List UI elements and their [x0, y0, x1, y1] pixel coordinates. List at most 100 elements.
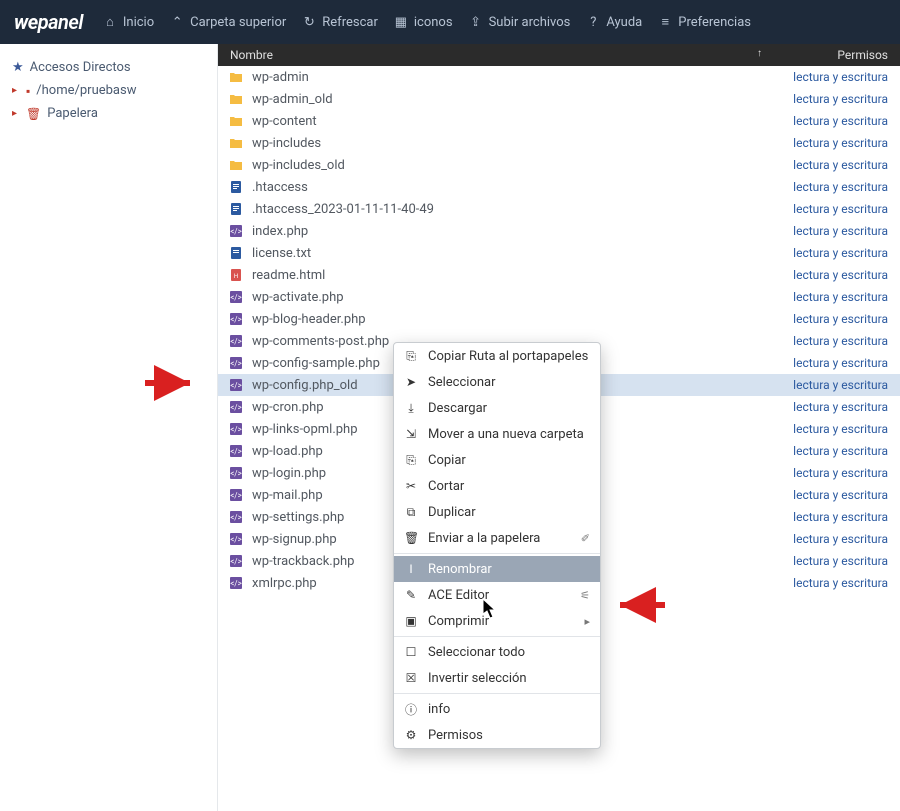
file-perms: lectura y escritura — [768, 180, 888, 194]
ctx-move[interactable]: ⇲Mover a una nueva carpeta — [394, 421, 600, 447]
toolbar-refresh[interactable]: ↻Refrescar — [302, 15, 378, 30]
col-perms[interactable]: Permisos — [770, 48, 900, 62]
file-row[interactable]: license.txtlectura y escritura — [218, 242, 900, 264]
svg-text:</>: </> — [230, 227, 242, 236]
sidebar-item[interactable]: ▸▪/home/pruebasw — [10, 79, 207, 102]
file-name: .htaccess — [252, 180, 768, 195]
rename-icon: I — [404, 562, 418, 576]
file-row[interactable]: wp-adminlectura y escritura — [218, 66, 900, 88]
ctx-perms[interactable]: ⚙Permisos — [394, 722, 600, 748]
file-perms: lectura y escritura — [768, 488, 888, 502]
code-icon: </> — [228, 510, 244, 524]
col-name[interactable]: Nombre↑ — [218, 48, 770, 62]
file-row[interactable]: </>index.phplectura y escritura — [218, 220, 900, 242]
file-name: license.txt — [252, 246, 768, 261]
code-icon: </> — [228, 576, 244, 590]
html-icon: H — [228, 268, 244, 282]
file-row[interactable]: wp-includes_oldlectura y escritura — [218, 154, 900, 176]
code-icon: </> — [228, 312, 244, 326]
ctx-separator — [394, 636, 600, 637]
ctx-label: Permisos — [428, 728, 483, 743]
file-row[interactable]: wp-contentlectura y escritura — [218, 110, 900, 132]
file-row[interactable]: </>wp-blog-header.phplectura y escritura — [218, 308, 900, 330]
caret-icon: ▸ — [12, 85, 20, 96]
ctx-invsel[interactable]: ☒Invertir selección — [394, 665, 600, 691]
ctx-label: Cortar — [428, 479, 464, 494]
file-perms: lectura y escritura — [768, 136, 888, 150]
edit-icon: ✎ — [404, 588, 418, 602]
code-icon: </> — [228, 356, 244, 370]
ctx-trash[interactable]: 🗑Enviar a la papelera✐ — [394, 525, 600, 551]
file-perms: lectura y escritura — [768, 576, 888, 590]
file-row[interactable]: Hreadme.htmllectura y escritura — [218, 264, 900, 286]
top-toolbar: wepanel ⌂Inicio⌃Carpeta superior↻Refresc… — [0, 0, 900, 44]
file-name: wp-includes_old — [252, 158, 768, 173]
file-perms: lectura y escritura — [768, 532, 888, 546]
svg-text:</>: </> — [230, 403, 242, 412]
sidebar-item[interactable]: ▸🗑Papelera — [10, 102, 207, 125]
ctx-clip[interactable]: ⎘Copiar Ruta al portapapeles — [394, 343, 600, 369]
file-row[interactable]: </>wp-activate.phplectura y escritura — [218, 286, 900, 308]
file-perms: lectura y escritura — [768, 334, 888, 348]
code-icon: </> — [228, 400, 244, 414]
ctx-label: Descargar — [428, 401, 487, 416]
file-row[interactable]: .htaccess_2023-01-11-11-40-49lectura y e… — [218, 198, 900, 220]
toolbar-prefs[interactable]: ≡Preferencias — [658, 15, 751, 30]
file-row[interactable]: wp-includeslectura y escritura — [218, 132, 900, 154]
toolbar-upload[interactable]: ⇪Subir archivos — [469, 15, 571, 30]
lic-icon — [228, 246, 244, 260]
ctx-label: Duplicar — [428, 505, 476, 520]
ctx-edit[interactable]: ✎ACE Editor⚟ — [394, 582, 600, 608]
ctx-label: Renombrar — [428, 562, 492, 577]
prefs-icon: ≡ — [658, 15, 672, 29]
invsel-icon: ☒ — [404, 671, 418, 685]
cut-icon: ✂ — [404, 479, 418, 493]
svg-text:</>: </> — [230, 425, 242, 434]
file-perms: lectura y escritura — [768, 158, 888, 172]
toolbar-home[interactable]: ⌂Inicio — [103, 15, 154, 30]
ctx-zip[interactable]: ▣Comprimir▸ — [394, 608, 600, 634]
toolbar-label: Ayuda — [606, 15, 642, 30]
ctx-pointer[interactable]: ➤Seleccionar — [394, 369, 600, 395]
toolbar-grid[interactable]: ▦iconos — [394, 15, 453, 30]
ctx-cut[interactable]: ✂ Cortar — [394, 473, 600, 499]
ctx-dup[interactable]: ⧉Duplicar — [394, 499, 600, 525]
toolbar-label: Carpeta superior — [190, 15, 286, 30]
toolbar-up[interactable]: ⌃Carpeta superior — [170, 15, 286, 30]
dl-icon: ⤓ — [404, 401, 418, 416]
code-icon: </> — [228, 378, 244, 392]
sidebar-item-label: Papelera — [47, 106, 98, 121]
ctx-info[interactable]: ⓘinfo — [394, 696, 600, 722]
toolbar-help[interactable]: ?Ayuda — [586, 15, 642, 30]
file-row[interactable]: .htaccesslectura y escritura — [218, 176, 900, 198]
toolbar-label: Refrescar — [322, 15, 378, 30]
ctx-copy[interactable]: ⎘Copiar — [394, 447, 600, 473]
sort-asc-icon: ↑ — [757, 48, 762, 59]
ctx-label: Seleccionar todo — [428, 645, 525, 660]
code-icon: </> — [228, 488, 244, 502]
file-perms: lectura y escritura — [768, 114, 888, 128]
sidebar: ★ Accesos Directos ▸▪/home/pruebasw▸🗑Pap… — [0, 44, 218, 811]
hdd-icon: ▪ — [26, 84, 30, 98]
folder-icon — [228, 158, 244, 172]
copy-icon: ⎘ — [404, 453, 418, 468]
star-icon: ★ — [12, 60, 24, 75]
ctx-label: Seleccionar — [428, 375, 496, 390]
svg-text:</>: </> — [230, 337, 242, 346]
folder-icon — [228, 114, 244, 128]
sidebar-favorites[interactable]: ★ Accesos Directos — [10, 56, 207, 79]
svg-text:</>: </> — [230, 557, 242, 566]
file-name: .htaccess_2023-01-11-11-40-49 — [252, 202, 768, 217]
file-perms: lectura y escritura — [768, 356, 888, 370]
file-perms: lectura y escritura — [768, 378, 888, 392]
svg-text:</>: </> — [230, 293, 242, 302]
svg-text:</>: </> — [230, 579, 242, 588]
annotation-arrow-left — [140, 368, 200, 398]
column-headers: Nombre↑ Permisos — [218, 44, 900, 66]
ctx-selall[interactable]: ☐Seleccionar todo — [394, 639, 600, 665]
grid-icon: ▦ — [394, 15, 408, 29]
file-row[interactable]: wp-admin_oldlectura y escritura — [218, 88, 900, 110]
ctx-rename[interactable]: I Renombrar — [394, 556, 600, 582]
file-perms: lectura y escritura — [768, 268, 888, 282]
ctx-dl[interactable]: ⤓ Descargar — [394, 395, 600, 421]
